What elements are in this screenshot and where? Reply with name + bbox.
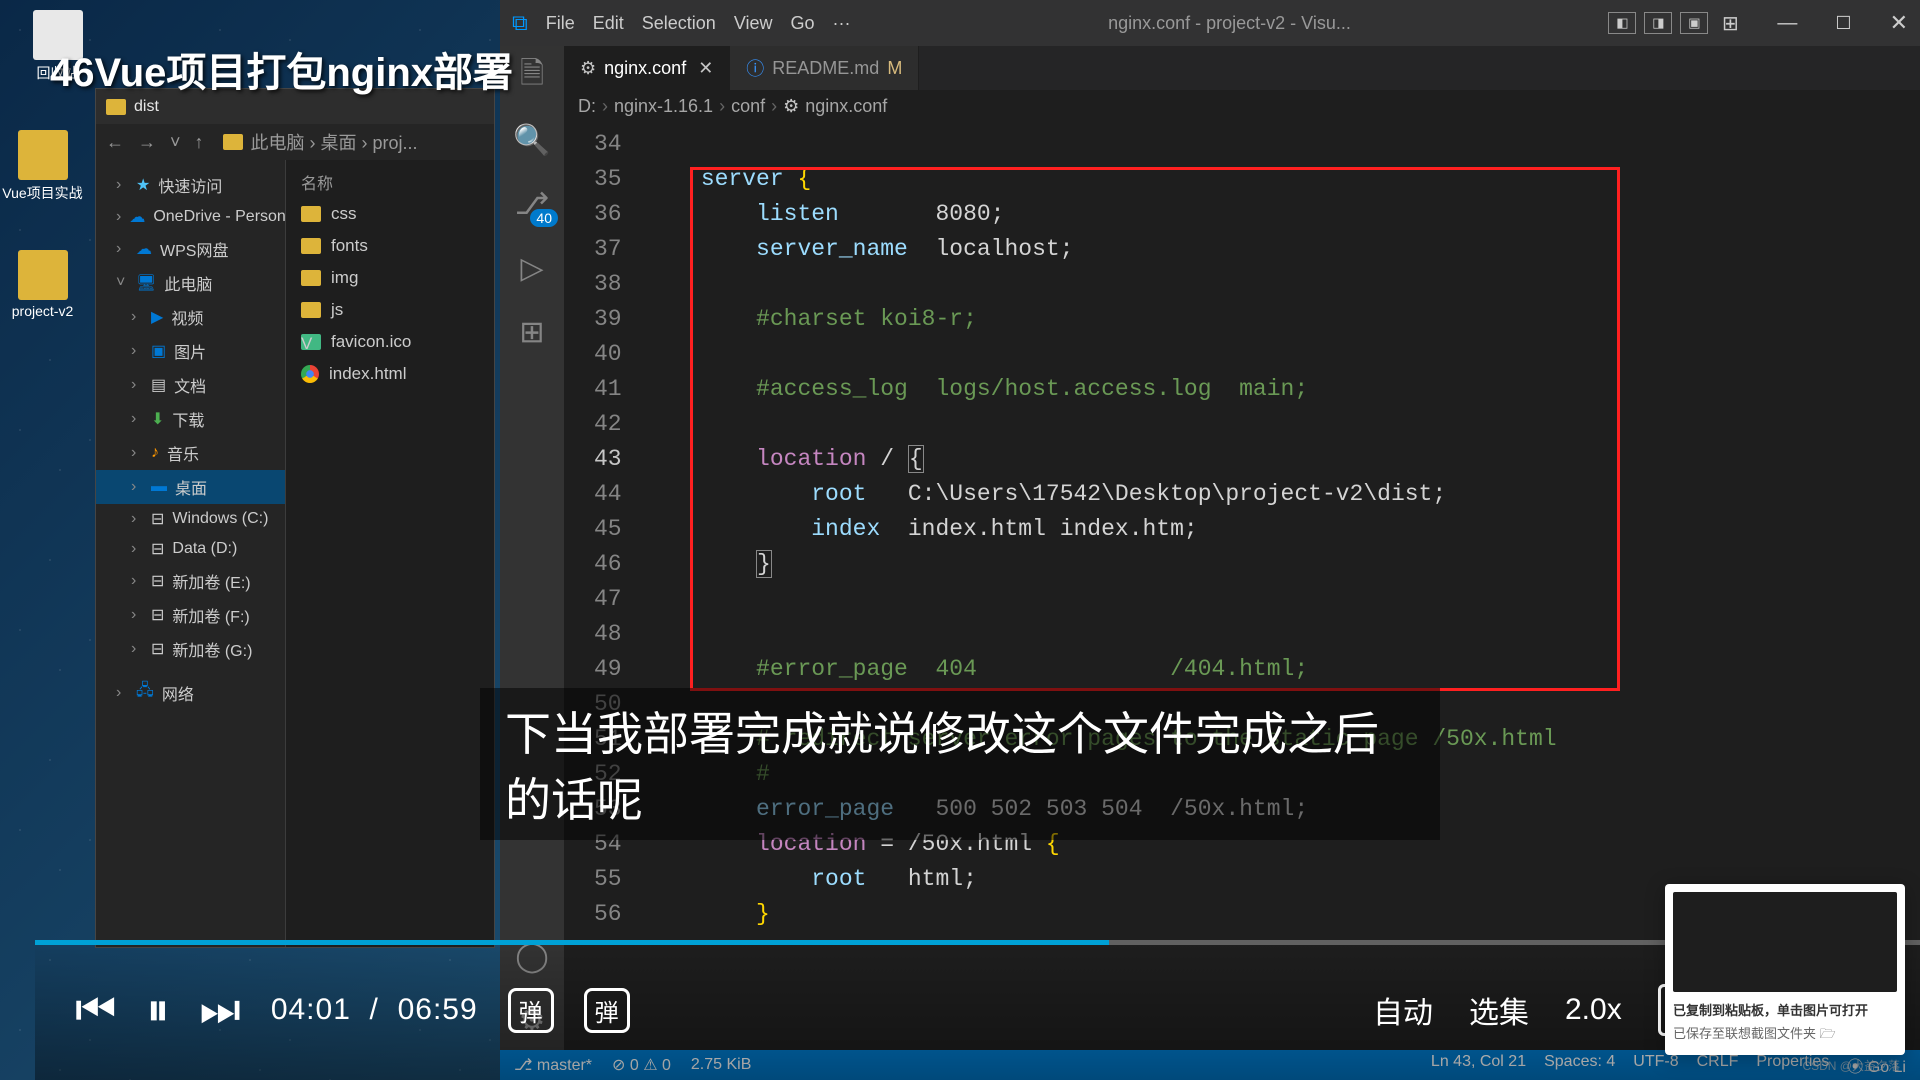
notification-title: 已复制到粘贴板，单击图片可打开: [1673, 1000, 1897, 1019]
speed-button[interactable]: 2.0x: [1565, 993, 1622, 1027]
sidebar-edrive[interactable]: ›⊟新加卷 (E:): [96, 564, 285, 598]
danmu-button[interactable]: 弹: [508, 988, 554, 1033]
editor-breadcrumbs[interactable]: D: › nginx-1.16.1 › conf › ⚙ nginx.conf: [564, 90, 1920, 123]
forward-button[interactable]: →: [138, 132, 156, 153]
file-css[interactable]: css: [286, 198, 494, 230]
menu-go[interactable]: Go: [791, 13, 815, 34]
vscode-logo-icon: ⧉: [512, 10, 528, 36]
progress-bar[interactable]: [35, 940, 1920, 945]
csdn-watermark: CSDN @大益夕落: [1802, 1057, 1900, 1074]
subtitle: 下当我部署完成就说修改这个文件完成之后的话呢: [480, 688, 1440, 840]
danmu-settings-button[interactable]: 弾: [584, 988, 630, 1033]
time-display: 04:01 / 06:59: [271, 993, 478, 1027]
file-fonts[interactable]: fonts: [286, 230, 494, 262]
scm-badge: 40: [530, 209, 558, 227]
sidebar-onedrive[interactable]: ›☁OneDrive - Persona: [96, 202, 285, 232]
video-title: 46Vue项目打包nginx部署: [50, 40, 513, 98]
up-button[interactable]: ↑: [195, 132, 204, 153]
layout-icon[interactable]: ▣: [1680, 12, 1708, 34]
layout-icon[interactable]: ◨: [1644, 12, 1672, 34]
close-button[interactable]: ✕: [1890, 10, 1908, 36]
quality-button[interactable]: 自动: [1373, 988, 1433, 1032]
tab-readme[interactable]: ⓘREADME.mdM: [730, 46, 919, 90]
explorer-nav: ← → ˅ ↑ 此电脑 › 桌面 › proj...: [96, 124, 494, 160]
sidebar-pictures[interactable]: ›▣图片: [96, 334, 285, 368]
menu-selection[interactable]: Selection: [642, 13, 716, 34]
file-explorer: dist ← → ˅ ↑ 此电脑 › 桌面 › proj... ›★快速访问 ›…: [95, 88, 495, 948]
column-name[interactable]: 名称: [286, 166, 494, 198]
sidebar-downloads[interactable]: ›⬇下载: [96, 402, 285, 436]
folder-icon: [106, 99, 126, 115]
sidebar-network[interactable]: ›🖧网络: [96, 674, 285, 711]
menu-more[interactable]: ···: [833, 13, 851, 34]
minimize-button[interactable]: —: [1777, 12, 1797, 35]
explorer-icon[interactable]: 🗎: [514, 58, 550, 94]
next-button[interactable]: ⏭: [199, 982, 240, 1038]
file-img[interactable]: img: [286, 262, 494, 294]
notification-subtitle: 已保存至联想截图文件夹 🗁: [1673, 1023, 1897, 1047]
sidebar-desktop[interactable]: ›▬桌面: [96, 470, 285, 504]
debug-icon[interactable]: ▷: [514, 250, 550, 286]
file-js[interactable]: js: [286, 294, 494, 326]
sidebar-fdrive[interactable]: ›⊟新加卷 (F:): [96, 598, 285, 632]
sidebar-music[interactable]: ›♪音乐: [96, 436, 285, 470]
file-favicon[interactable]: Vfavicon.ico: [286, 326, 494, 358]
sidebar-ddrive[interactable]: ›⊟Data (D:): [96, 534, 285, 564]
history-button[interactable]: ˅: [170, 132, 181, 153]
search-icon[interactable]: 🔍: [514, 122, 550, 158]
folder-vue-label: Vue项目实战: [0, 183, 85, 203]
folder-vue[interactable]: Vue项目实战: [0, 130, 85, 203]
titlebar: ⧉ File Edit Selection View Go ··· nginx.…: [500, 0, 1920, 46]
file-index[interactable]: index.html: [286, 358, 494, 390]
player-bar: ⏮ ⏸ ⏭ 04:01 / 06:59 弹 弾 自动 选集 2.0x 字幕 🔊 …: [35, 940, 1920, 1080]
folder-project[interactable]: project-v2: [0, 250, 85, 319]
sidebar-thispc[interactable]: ˅🖥此电脑: [96, 266, 285, 300]
sidebar-wps[interactable]: ›☁WPS网盘: [96, 232, 285, 266]
scm-icon[interactable]: ⎇40: [514, 186, 550, 222]
play-pause-button[interactable]: ⏸: [146, 982, 169, 1038]
explorer-sidebar: ›★快速访问 ›☁OneDrive - Persona ›☁WPS网盘 ˅🖥此电…: [96, 160, 286, 947]
extensions-icon[interactable]: ⊞: [514, 314, 550, 350]
back-button[interactable]: ←: [106, 132, 124, 153]
menu-edit[interactable]: Edit: [593, 13, 624, 34]
close-icon[interactable]: ✕: [698, 58, 713, 79]
layout-icon[interactable]: ◧: [1608, 12, 1636, 34]
sidebar-cdrive[interactable]: ›⊟Windows (C:): [96, 504, 285, 534]
gutter: 3435363738394041424344454647484950515253…: [564, 123, 640, 1050]
menu-view[interactable]: View: [734, 13, 773, 34]
explorer-title-text: dist: [134, 98, 159, 116]
tabs: ⚙nginx.conf✕ ⓘREADME.mdM: [564, 46, 1920, 90]
notification-popup[interactable]: ✕ 已复制到粘贴板，单击图片可打开 已保存至联想截图文件夹 🗁: [1665, 884, 1905, 1055]
window-title: nginx.conf - project-v2 - Visu...: [869, 13, 1591, 34]
prev-button[interactable]: ⏮: [75, 982, 116, 1038]
maximize-button[interactable]: ☐: [1835, 13, 1851, 34]
layout-icon[interactable]: ⊞: [1716, 12, 1744, 34]
activitybar: 🗎 🔍 ⎇40 ▷ ⊞ ◯ ⚙: [500, 46, 564, 1050]
episodes-button[interactable]: 选集: [1469, 988, 1529, 1032]
sidebar-docs[interactable]: ›▤文档: [96, 368, 285, 402]
breadcrumb[interactable]: 此电脑 › 桌面 › proj...: [223, 129, 484, 155]
explorer-content: 名称 css fonts img js Vfavicon.ico index.h…: [286, 160, 494, 947]
notification-thumb: [1673, 892, 1897, 992]
sidebar-quickaccess[interactable]: ›★快速访问: [96, 168, 285, 202]
folder-project-label: project-v2: [0, 303, 85, 319]
tab-nginx[interactable]: ⚙nginx.conf✕: [564, 46, 730, 90]
menu-file[interactable]: File: [546, 13, 575, 34]
sidebar-videos[interactable]: ›▶视频: [96, 300, 285, 334]
sidebar-gdrive[interactable]: ›⊟新加卷 (G:): [96, 632, 285, 666]
